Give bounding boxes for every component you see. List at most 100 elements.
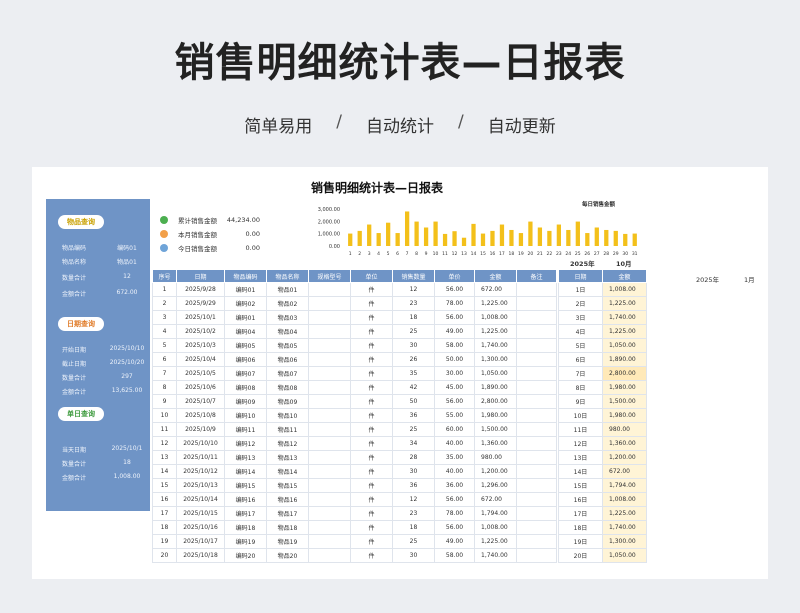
table-cell[interactable]: 物品15 xyxy=(266,478,309,493)
daily-column-header[interactable]: 金额 xyxy=(602,269,647,283)
table-cell[interactable]: 2025/10/9 xyxy=(176,422,225,437)
table-cell[interactable]: 42 xyxy=(392,380,435,395)
column-header[interactable]: 物品编码 xyxy=(224,269,267,283)
table-cell[interactable]: 2,800.00 xyxy=(474,394,517,409)
table-cell[interactable]: 25 xyxy=(392,324,435,339)
table-cell[interactable]: 12 xyxy=(152,436,177,451)
column-header[interactable]: 销售数量 xyxy=(392,269,435,283)
table-cell[interactable]: 编码06 xyxy=(224,352,267,367)
table-cell[interactable]: 物品18 xyxy=(266,520,309,535)
table-cell[interactable]: 编码13 xyxy=(224,450,267,465)
table-cell[interactable]: 编码10 xyxy=(224,408,267,423)
daily-day-cell[interactable]: 6日 xyxy=(558,352,603,367)
table-cell[interactable]: 56.00 xyxy=(434,394,475,409)
table-cell[interactable] xyxy=(308,310,351,325)
table-cell[interactable] xyxy=(308,520,351,535)
table-cell[interactable]: 25 xyxy=(392,534,435,549)
end-date-cell[interactable]: 2025/10/20 xyxy=(106,359,148,366)
table-cell[interactable]: 3 xyxy=(152,310,177,325)
table-cell[interactable] xyxy=(516,492,557,507)
daily-day-cell[interactable]: 8日 xyxy=(558,380,603,395)
table-cell[interactable]: 4 xyxy=(152,324,177,339)
daily-amount-cell[interactable]: 1,050.00 xyxy=(602,338,647,353)
table-cell[interactable]: 10 xyxy=(152,408,177,423)
table-cell[interactable]: 2025/10/15 xyxy=(176,506,225,521)
daily-amount-cell[interactable]: 1,050.00 xyxy=(602,548,647,563)
table-cell[interactable]: 物品09 xyxy=(266,394,309,409)
table-cell[interactable] xyxy=(516,450,557,465)
column-header[interactable]: 单位 xyxy=(350,269,393,283)
table-cell[interactable]: 编码02 xyxy=(224,296,267,311)
table-cell[interactable]: 件 xyxy=(350,366,393,381)
table-cell[interactable]: 19 xyxy=(152,534,177,549)
table-cell[interactable] xyxy=(516,380,557,395)
table-cell[interactable] xyxy=(308,436,351,451)
table-cell[interactable]: 1,980.00 xyxy=(474,408,517,423)
table-cell[interactable]: 2025/9/28 xyxy=(176,282,225,297)
daily-day-cell[interactable]: 10日 xyxy=(558,408,603,423)
table-cell[interactable]: 1,008.00 xyxy=(474,520,517,535)
table-cell[interactable]: 14 xyxy=(152,464,177,479)
daily-amount-cell[interactable]: 1,225.00 xyxy=(602,506,647,521)
table-cell[interactable] xyxy=(516,534,557,549)
daily-amount-cell[interactable]: 1,300.00 xyxy=(602,534,647,549)
column-header[interactable]: 序号 xyxy=(152,269,177,283)
table-cell[interactable]: 物品11 xyxy=(266,422,309,437)
table-cell[interactable]: 编码07 xyxy=(224,366,267,381)
table-cell[interactable]: 2025/10/13 xyxy=(176,478,225,493)
table-cell[interactable]: 56.00 xyxy=(434,520,475,535)
daily-amount-cell[interactable]: 1,225.00 xyxy=(602,324,647,339)
daily-amount-cell[interactable]: 1,980.00 xyxy=(602,408,647,423)
table-cell[interactable]: 件 xyxy=(350,506,393,521)
table-cell[interactable]: 40.00 xyxy=(434,464,475,479)
table-cell[interactable]: 2 xyxy=(152,296,177,311)
table-cell[interactable]: 2025/10/6 xyxy=(176,380,225,395)
table-cell[interactable]: 1 xyxy=(152,282,177,297)
table-cell[interactable]: 编码01 xyxy=(224,282,267,297)
table-cell[interactable]: 56.00 xyxy=(434,282,475,297)
table-cell[interactable]: 1,300.00 xyxy=(474,352,517,367)
table-cell[interactable]: 11 xyxy=(152,422,177,437)
table-cell[interactable]: 物品17 xyxy=(266,506,309,521)
table-cell[interactable] xyxy=(516,506,557,521)
table-cell[interactable] xyxy=(516,324,557,339)
daily-amount-cell[interactable]: 1,740.00 xyxy=(602,310,647,325)
table-cell[interactable]: 1,225.00 xyxy=(474,534,517,549)
table-cell[interactable]: 编码12 xyxy=(224,436,267,451)
table-cell[interactable]: 18 xyxy=(392,310,435,325)
table-cell[interactable]: 12 xyxy=(392,492,435,507)
table-cell[interactable]: 2025/10/4 xyxy=(176,352,225,367)
table-cell[interactable] xyxy=(308,492,351,507)
daily-amount-cell[interactable]: 1,008.00 xyxy=(602,282,647,297)
table-cell[interactable]: 2025/10/2 xyxy=(176,324,225,339)
table-cell[interactable]: 23 xyxy=(392,506,435,521)
column-header[interactable]: 金额 xyxy=(474,269,517,283)
table-cell[interactable] xyxy=(516,464,557,479)
table-cell[interactable]: 件 xyxy=(350,534,393,549)
table-cell[interactable]: 60.00 xyxy=(434,422,475,437)
table-cell[interactable]: 物品05 xyxy=(266,338,309,353)
table-cell[interactable]: 编码01 xyxy=(224,310,267,325)
table-cell[interactable]: 1,500.00 xyxy=(474,422,517,437)
column-header[interactable]: 备注 xyxy=(516,269,557,283)
table-cell[interactable]: 6 xyxy=(152,352,177,367)
table-cell[interactable]: 件 xyxy=(350,380,393,395)
table-cell[interactable]: 8 xyxy=(152,380,177,395)
table-cell[interactable]: 1,890.00 xyxy=(474,380,517,395)
table-cell[interactable]: 30 xyxy=(392,548,435,563)
table-cell[interactable] xyxy=(308,534,351,549)
table-cell[interactable]: 2025/10/11 xyxy=(176,450,225,465)
table-cell[interactable]: 1,296.00 xyxy=(474,478,517,493)
table-cell[interactable] xyxy=(516,310,557,325)
table-cell[interactable]: 58.00 xyxy=(434,548,475,563)
table-cell[interactable]: 2025/10/16 xyxy=(176,520,225,535)
daily-day-cell[interactable]: 9日 xyxy=(558,394,603,409)
daily-day-cell[interactable]: 13日 xyxy=(558,450,603,465)
table-cell[interactable]: 672.00 xyxy=(474,492,517,507)
table-cell[interactable]: 78.00 xyxy=(434,506,475,521)
daily-day-cell[interactable]: 12日 xyxy=(558,436,603,451)
table-cell[interactable]: 物品13 xyxy=(266,450,309,465)
table-cell[interactable]: 45.00 xyxy=(434,380,475,395)
table-cell[interactable] xyxy=(308,506,351,521)
table-cell[interactable]: 30 xyxy=(392,464,435,479)
